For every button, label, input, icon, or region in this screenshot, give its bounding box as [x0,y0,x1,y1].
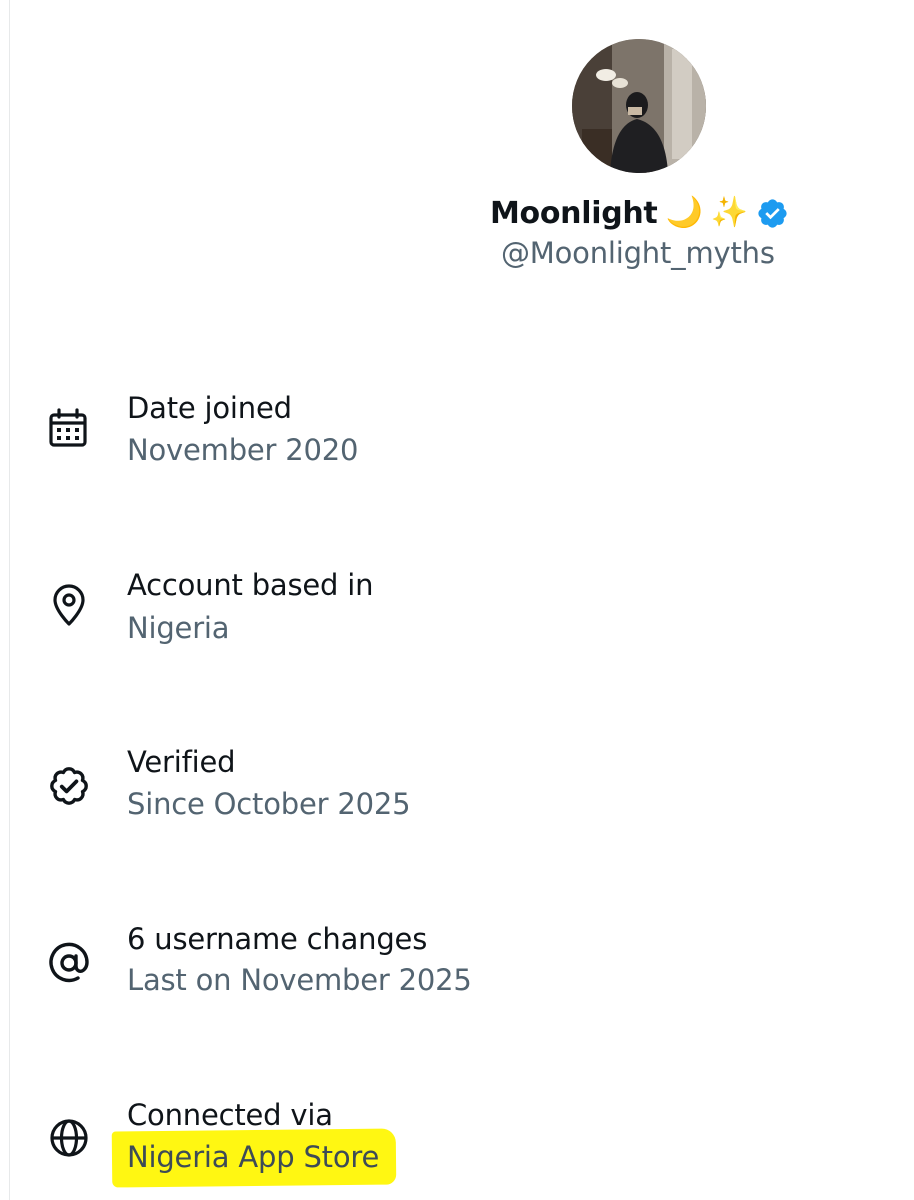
info-row-connected-via: Connected via Nigeria App Store [0,1093,914,1200]
info-title: 6 username changes [127,922,428,956]
at-sign-icon [45,939,93,987]
username-handle[interactable]: @Moonlight_myths [501,236,775,270]
display-name: Moonlight [490,195,658,231]
info-value: Nigeria [127,611,230,645]
verified-check-icon [45,762,93,810]
info-title: Connected via [127,1098,333,1132]
location-pin-icon [45,582,93,630]
sparkles-emoji: ✨ [710,195,749,230]
crescent-moon-emoji: 🌙 [665,195,703,230]
calendar-icon [45,405,93,453]
info-value-highlighted: Nigeria App Store [127,1140,380,1174]
about-account-page: Moonlight 🌙 ✨ @Moonlight_myths Date join… [0,0,914,1200]
display-name-row: Moonlight 🌙 ✨ [490,190,789,236]
info-value: Last on November 2025 [127,963,472,997]
info-title: Verified [127,745,236,779]
info-title: Date joined [127,391,292,425]
globe-icon [45,1114,93,1162]
info-value: November 2020 [127,433,359,467]
avatar[interactable] [572,39,706,173]
avatar-photo [572,39,706,173]
info-row-username-changes: 6 username changes Last on November 2025 [0,917,914,1037]
info-row-date-joined: Date joined November 2020 [0,385,914,505]
info-row-verified: Verified Since October 2025 [0,740,914,860]
info-row-account-based-in: Account based in Nigeria [0,563,914,683]
info-value: Since October 2025 [127,787,411,821]
info-title: Account based in [127,568,374,602]
verified-badge-icon[interactable] [756,197,789,230]
